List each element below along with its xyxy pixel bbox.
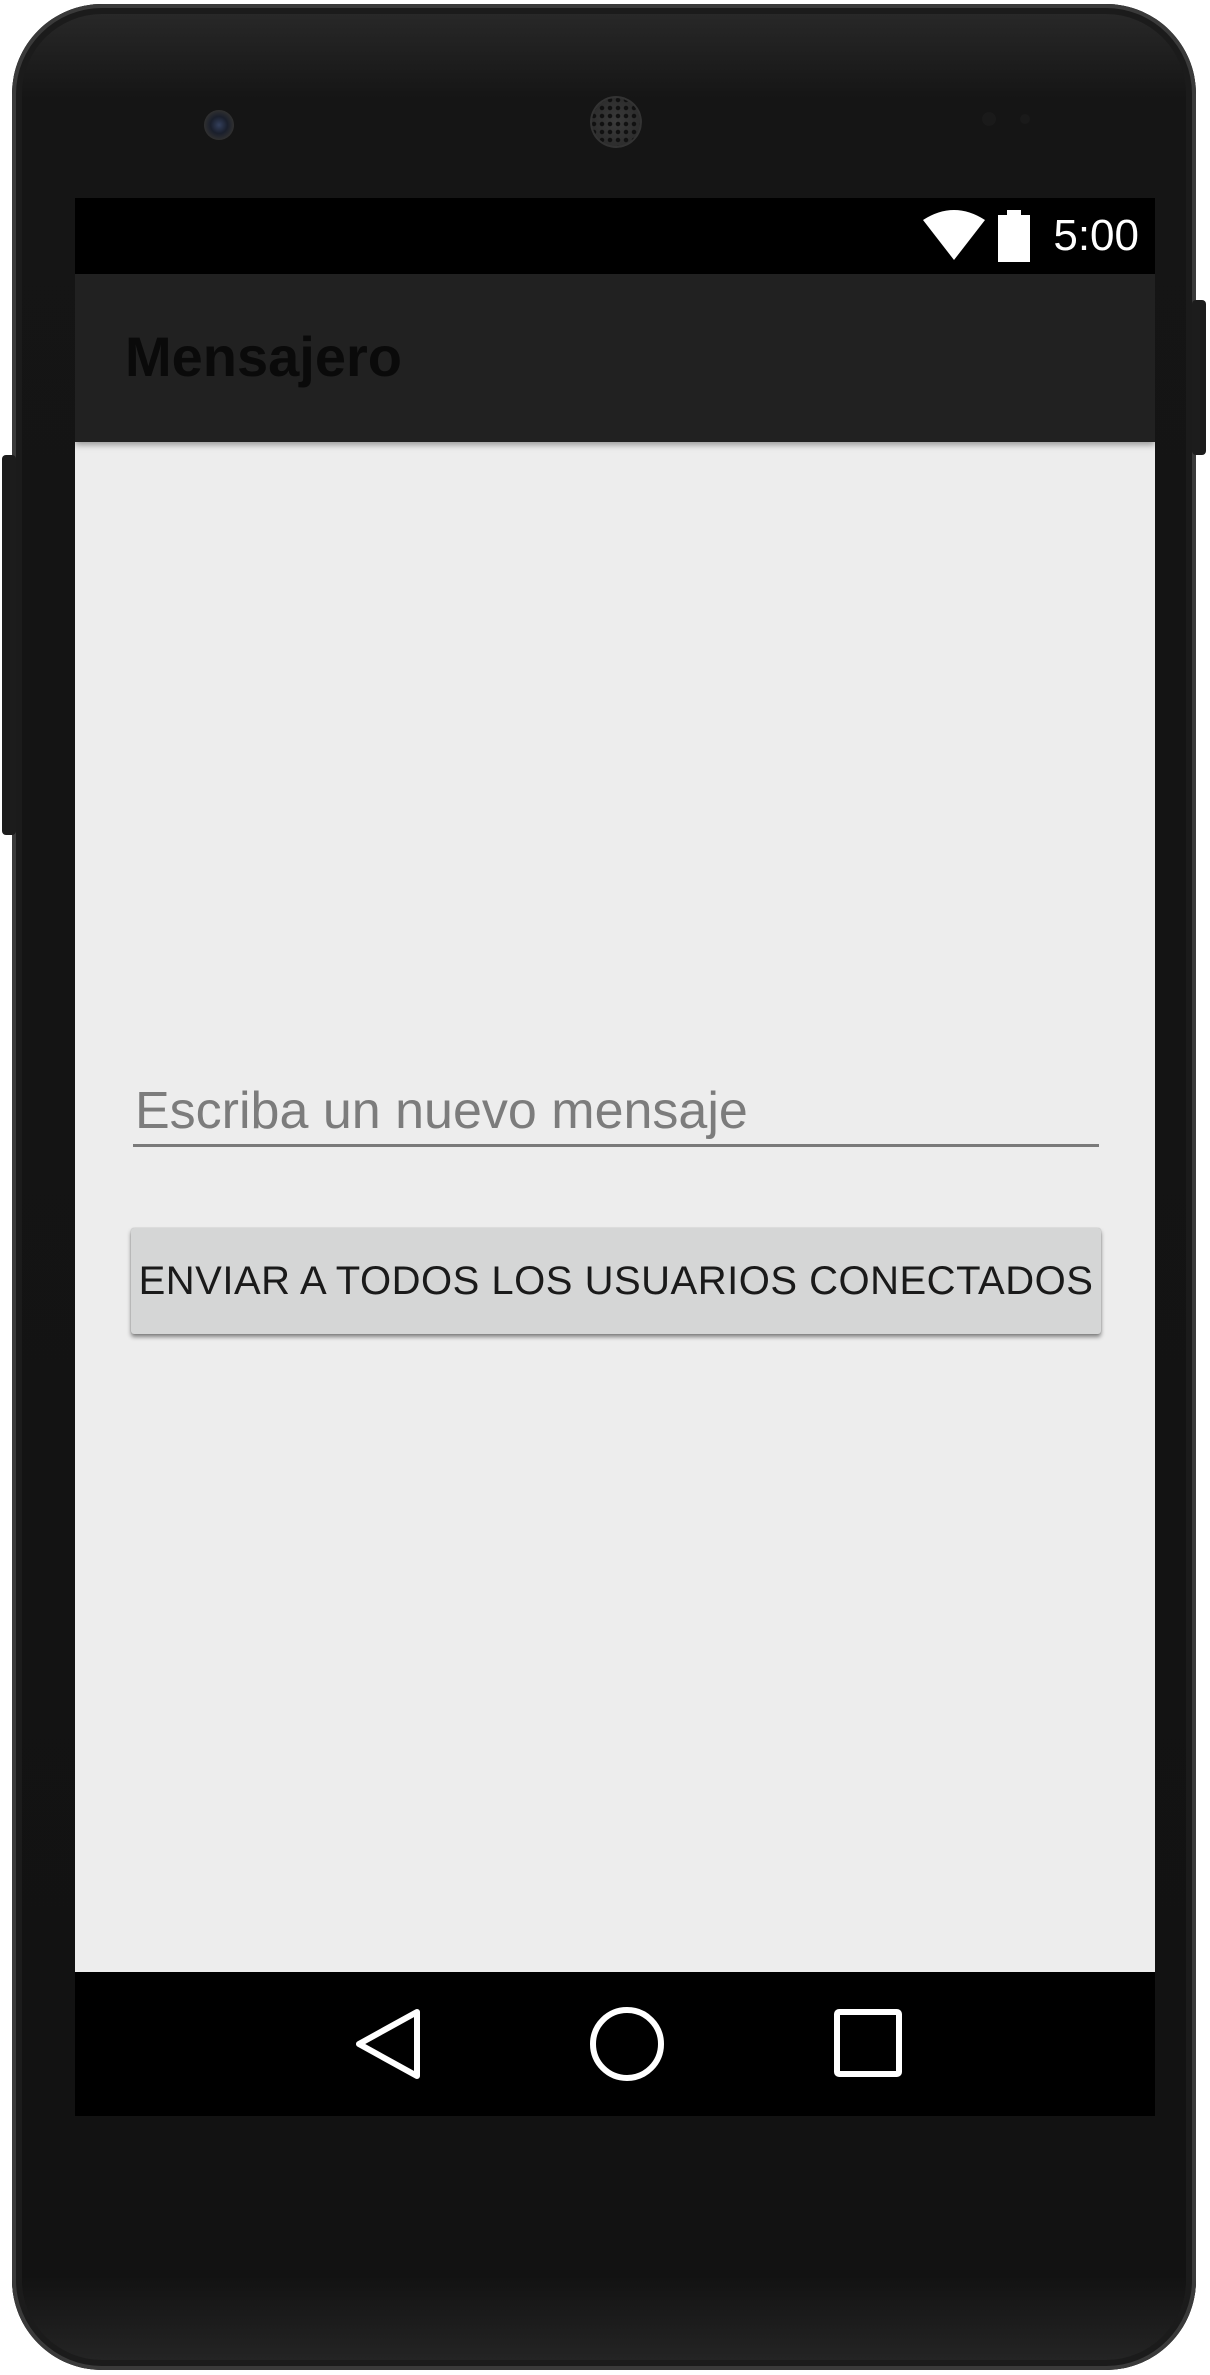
volume-button[interactable]	[2, 455, 16, 835]
wifi-icon	[923, 210, 985, 260]
main-content: ENVIAR A TODOS LOS USUARIOS CONECTADOS	[75, 442, 1155, 1972]
recents-icon[interactable]	[817, 1994, 917, 2094]
light-sensor	[1020, 114, 1030, 124]
send-to-all-button[interactable]: ENVIAR A TODOS LOS USUARIOS CONECTADOS	[131, 1228, 1101, 1334]
front-camera	[204, 110, 234, 140]
screen: 5:00 Mensajero ENVIAR A TODOS LOS USUARI…	[75, 198, 1155, 2116]
action-bar: Mensajero	[75, 274, 1155, 442]
navigation-bar	[75, 1972, 1155, 2116]
phone-frame: 5:00 Mensajero ENVIAR A TODOS LOS USUARI…	[12, 4, 1196, 2370]
proximity-sensor	[982, 112, 996, 126]
earpiece-speaker	[590, 96, 642, 148]
message-input[interactable]	[133, 1078, 1099, 1147]
home-icon[interactable]	[577, 1994, 677, 2094]
power-button[interactable]	[1192, 300, 1206, 455]
back-icon[interactable]	[337, 1994, 437, 2094]
status-time: 5:00	[1053, 211, 1139, 260]
battery-icon	[998, 210, 1030, 262]
status-bar: 5:00	[75, 198, 1155, 274]
app-title: Mensajero	[125, 325, 402, 388]
